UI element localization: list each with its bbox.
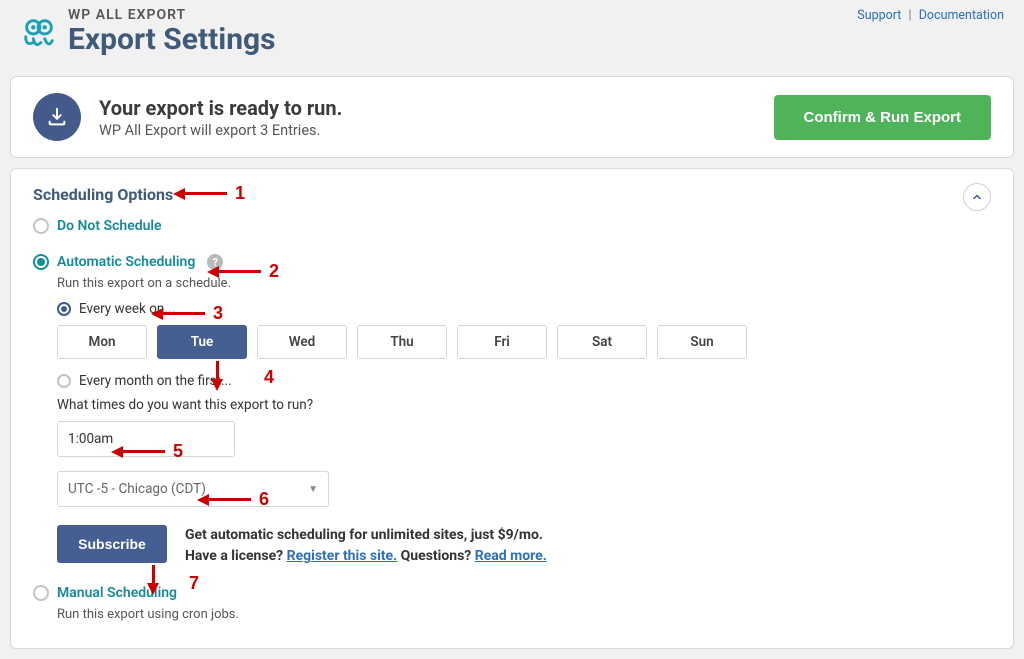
timezone-select[interactable]: UTC -5 - Chicago (CDT) ▼ (57, 471, 329, 507)
support-link[interactable]: Support (857, 8, 901, 23)
day-btn-sat[interactable]: Sat (557, 325, 647, 359)
days-row: Mon Tue Wed Thu Fri Sat Sun (57, 325, 991, 359)
automatic-desc: Run this export on a schedule. (57, 276, 991, 291)
page-title: Export Settings (68, 23, 276, 56)
radio-icon-selected (57, 302, 71, 316)
logo-block: WP ALL EXPORT Export Settings (20, 8, 276, 56)
radio-icon-selected (33, 254, 49, 270)
radio-icon (57, 374, 71, 388)
every-week-label: Every week on... (79, 301, 175, 317)
subscribe-promo: Get automatic scheduling for unlimited s… (185, 525, 547, 567)
time-value: 1:00am (68, 431, 113, 447)
register-site-link[interactable]: Register this site. (287, 548, 398, 564)
day-btn-mon[interactable]: Mon (57, 325, 147, 359)
ready-panel: Your export is ready to run. WP All Expo… (10, 76, 1014, 158)
chevron-down-icon: ▼ (308, 484, 318, 495)
octopus-logo-icon (20, 14, 58, 52)
day-btn-thu[interactable]: Thu (357, 325, 447, 359)
promo-line1: Get automatic scheduling for unlimited s… (185, 525, 547, 546)
radio-automatic-scheduling[interactable]: Automatic Scheduling ? (33, 254, 991, 270)
manual-desc: Run this export using cron jobs. (57, 607, 991, 622)
timezone-value: UTC -5 - Chicago (CDT) (68, 481, 206, 497)
every-month-label: Every month on the first... (79, 373, 232, 389)
radio-icon (33, 585, 49, 601)
collapse-toggle[interactable] (963, 183, 991, 211)
day-btn-sun[interactable]: Sun (657, 325, 747, 359)
scheduling-title: Scheduling Options (33, 185, 991, 204)
do-not-schedule-label: Do Not Schedule (57, 218, 162, 234)
download-icon (33, 93, 81, 141)
scheduling-panel: Scheduling Options 1 Do Not Schedule Aut… (10, 168, 1014, 649)
radio-manual-scheduling[interactable]: Manual Scheduling (33, 585, 991, 601)
confirm-run-export-button[interactable]: Confirm & Run Export (774, 95, 992, 140)
read-more-link[interactable]: Read more. (475, 548, 547, 564)
radio-every-week[interactable]: Every week on... (57, 301, 991, 317)
link-separator: | (909, 8, 912, 23)
promo-line2a: Have a license? (185, 548, 287, 564)
automatic-label: Automatic Scheduling (57, 254, 195, 270)
day-btn-tue[interactable]: Tue (157, 325, 247, 359)
help-icon[interactable]: ? (207, 254, 223, 270)
ready-title: Your export is ready to run. (99, 96, 342, 120)
day-btn-fri[interactable]: Fri (457, 325, 547, 359)
radio-do-not-schedule[interactable]: Do Not Schedule (33, 218, 991, 234)
documentation-link[interactable]: Documentation (919, 8, 1004, 23)
time-question: What times do you want this export to ru… (57, 397, 991, 413)
radio-every-month[interactable]: Every month on the first... (57, 373, 991, 389)
promo-line2b: Questions? (397, 548, 475, 564)
ready-subtitle: WP All Export will export 3 Entries. (99, 122, 342, 139)
subscribe-button[interactable]: Subscribe (57, 525, 167, 563)
top-links: Support | Documentation (857, 8, 1004, 23)
day-btn-wed[interactable]: Wed (257, 325, 347, 359)
manual-label: Manual Scheduling (57, 585, 177, 601)
app-name: WP ALL EXPORT (68, 8, 276, 23)
time-input[interactable]: 1:00am (57, 421, 235, 457)
top-header: WP ALL EXPORT Export Settings Support | … (0, 0, 1024, 70)
radio-icon (33, 218, 49, 234)
